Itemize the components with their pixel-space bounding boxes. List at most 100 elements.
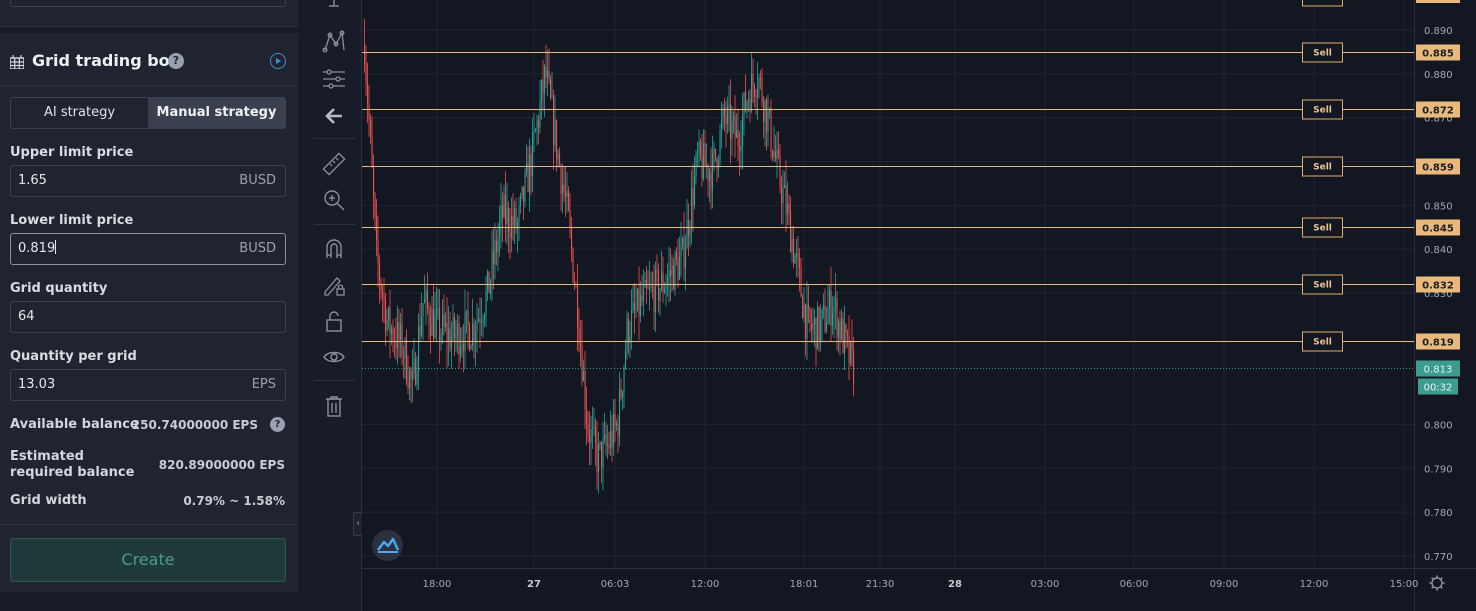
candle-body (778, 149, 780, 156)
candle-body (653, 287, 655, 313)
candle-body (449, 328, 451, 349)
candle-body (628, 317, 630, 343)
candle-body (439, 308, 441, 341)
candle-body (388, 307, 390, 321)
price-tick-label: 0.770 (1424, 552, 1453, 563)
candle-body (569, 210, 571, 228)
upper-limit-input[interactable]: 1.65 BUSD (10, 165, 286, 197)
help-icon[interactable]: ? (168, 53, 184, 69)
candle-body (701, 156, 703, 178)
candle-body (434, 315, 436, 339)
candle-body (445, 322, 447, 327)
candle-body (635, 309, 637, 311)
zoom-in-icon[interactable] (322, 188, 346, 212)
candle-body (466, 310, 468, 314)
price-tick-label: 0.790 (1424, 464, 1453, 475)
candle-body (833, 306, 835, 313)
candle-body (632, 302, 634, 310)
candle-body (599, 441, 601, 445)
crosshair-icon[interactable] (322, 0, 346, 16)
candle-body (491, 250, 493, 282)
chart-canvas[interactable]: Sell 0.885 Sell 0.872 Sell 0.859 Sell 0.845 Sell… (362, 0, 1476, 611)
candle-body (761, 78, 763, 102)
pattern-icon[interactable] (322, 30, 346, 54)
candle-body (593, 426, 595, 429)
candle-body (370, 120, 372, 135)
sell-order-label: Sell (1313, 224, 1332, 234)
candle-body (587, 423, 589, 435)
candle-body (460, 346, 462, 355)
toolbar-separator (314, 138, 356, 139)
candle-body (584, 370, 586, 410)
lower-limit-value[interactable]: 0.819 (18, 241, 55, 256)
candle-body (677, 258, 679, 280)
price-tick-label: 0.880 (1424, 70, 1453, 81)
grid-quantity-value[interactable]: 64 (18, 302, 35, 332)
candle-body (577, 286, 579, 328)
lower-limit-input[interactable]: 0.819 BUSD (10, 233, 286, 265)
ruler-icon[interactable] (322, 152, 346, 176)
eye-icon[interactable] (322, 345, 346, 369)
candle-body (530, 153, 532, 177)
candle-body (809, 308, 811, 323)
candle-body (368, 103, 370, 121)
candle-body (800, 267, 802, 297)
candle-body (535, 130, 537, 132)
tab-manual-strategy[interactable]: Manual strategy (148, 98, 285, 128)
candle-body (407, 381, 409, 389)
candle-body (658, 269, 660, 301)
unlock-icon[interactable] (322, 309, 346, 333)
upper-limit-label: Upper limit price (10, 145, 134, 160)
candle-body (670, 270, 672, 276)
sell-order-label: Sell (1313, 338, 1332, 348)
candle-body (764, 99, 766, 122)
candle-body (484, 314, 486, 321)
candle-body (673, 265, 675, 290)
bot-header: Grid trading bot ? (0, 33, 298, 86)
candle-body (464, 313, 466, 351)
candle-body (779, 155, 781, 187)
candle-body (581, 345, 583, 381)
trash-icon[interactable] (322, 394, 346, 418)
candle-body (382, 292, 384, 297)
lock-drawing-icon[interactable] (322, 273, 346, 297)
candle-body (536, 120, 538, 131)
quantity-per-grid-input[interactable]: 13.03 EPS (10, 369, 286, 401)
candle-body (716, 158, 718, 169)
grid-quantity-label: Grid quantity (10, 281, 108, 296)
grid-quantity-input[interactable]: 64 (10, 301, 286, 333)
candle-body (668, 270, 670, 278)
back-arrow-icon[interactable] (322, 104, 346, 128)
create-button[interactable]: Create (10, 538, 286, 582)
quantity-per-grid-unit: EPS (251, 377, 276, 392)
candle-body (613, 414, 615, 448)
time-tick-label: 28 (948, 579, 962, 590)
upper-limit-value[interactable]: 1.65 (18, 166, 47, 196)
tab-ai-strategy[interactable]: AI strategy (11, 98, 148, 128)
candle-body (506, 207, 508, 224)
play-tutorial-icon[interactable] (270, 53, 286, 69)
candle-body (674, 252, 676, 290)
settings-icon[interactable] (1431, 577, 1443, 589)
candle-body (418, 326, 420, 372)
quantity-per-grid-value[interactable]: 13.03 (18, 370, 55, 400)
candle-body (517, 223, 519, 229)
lower-limit-value-wrap[interactable]: 0.819 (18, 234, 57, 264)
candle-body (374, 195, 376, 218)
price-chart[interactable]: Sell 0.885 Sell 0.872 Sell 0.859 Sell 0.845 Sell… (362, 0, 1476, 611)
candle-body (799, 258, 801, 268)
candle-body (562, 184, 564, 195)
candle-body (788, 203, 790, 211)
candle-body (377, 239, 379, 264)
candle-body (448, 328, 450, 342)
fib-retracement-icon[interactable] (322, 67, 346, 91)
balance-help-icon[interactable]: ? (270, 417, 285, 432)
candle-body (745, 92, 747, 111)
candle-body (601, 441, 603, 468)
magnet-icon[interactable] (322, 237, 346, 261)
candle-body (440, 334, 442, 341)
price-tick-label: 0.780 (1424, 508, 1453, 519)
candle-body (490, 281, 492, 294)
sell-order-box-partial (1302, 0, 1343, 7)
candle-body (662, 272, 664, 293)
